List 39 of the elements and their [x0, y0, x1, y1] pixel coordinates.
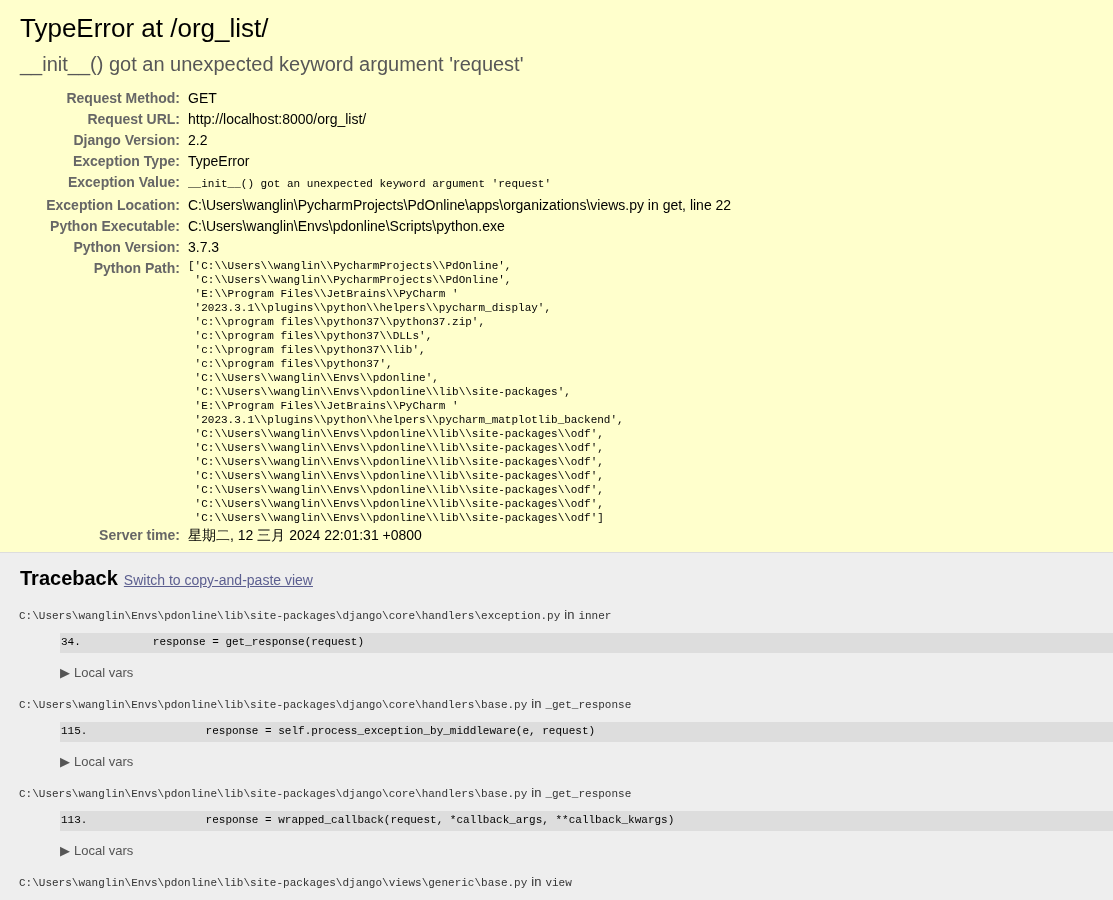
meta-label: Exception Type:: [71, 152, 180, 171]
frame-in-text: in: [531, 695, 542, 713]
meta-label: Server time:: [98, 526, 180, 545]
meta-value: http://localhost:8000/org_list/: [188, 111, 367, 127]
frame-in-text: in: [531, 784, 542, 802]
frame-function-name: _get_response: [545, 787, 632, 802]
meta-label: Request URL:: [86, 110, 180, 129]
meta-value: TypeError: [188, 153, 250, 169]
meta-value: GET: [188, 90, 217, 106]
error-title: TypeError at /org_list/: [20, 12, 270, 45]
meta-value: C:\Users\wanglin\PycharmProjects\PdOnline\apps\organizations\views.py in get, line 22: [188, 197, 732, 213]
meta-value: 3.7.3: [188, 239, 220, 255]
meta-label: Python Executable:: [49, 217, 180, 236]
meta-value: 2.2: [188, 132, 208, 148]
traceback-heading: Traceback: [20, 566, 118, 591]
local-vars-toggle[interactable]: ▶ Local vars: [60, 751, 134, 771]
frame-function-name: view: [545, 876, 572, 891]
frame-in-text: in: [564, 606, 575, 624]
error-message: __init__() got an unexpected keyword argument 'request': [20, 52, 525, 78]
meta-label: Exception Value:: [66, 173, 180, 192]
copy-paste-view-link[interactable]: Switch to copy-and-paste view: [123, 570, 313, 591]
meta-value: C:\Users\wanglin\Envs\pdonline\Scripts\python.exe: [188, 218, 505, 234]
meta-value: 星期二, 12 三月 2024 22:01:31 +0800: [188, 527, 422, 543]
meta-label: Python Path:: [92, 259, 180, 278]
meta-label: Python Version:: [72, 238, 180, 257]
meta-label: Exception Location:: [45, 196, 180, 215]
frame-function-name: inner: [578, 609, 612, 624]
frame-in-text: in: [531, 873, 542, 891]
frame-file-path: C:\Users\wanglin\Envs\pdonline\lib\site-packages\django\core\handlers\base.py: [19, 698, 528, 713]
meta-label: Request Method:: [65, 89, 180, 108]
meta-label: Django Version:: [72, 131, 180, 150]
frame-file-path: C:\Users\wanglin\Envs\pdonline\lib\site-packages\django\core\handlers\base.py: [19, 787, 528, 802]
frame-file-path: C:\Users\wanglin\Envs\pdonline\lib\site-packages\django\core\handlers\exception.py: [19, 609, 561, 624]
python-path-listing: ['C:\\Users\\wanglin\\PycharmProjects\\PdOnline', 'C:\\Users\\wanglin\\PycharmProjects\\PdOnline', 'E:\\Program Files\\JetBrains\\PyCharm ' '2023.3.1\\plugins\\python\\helpers\\pycharm_display', 'c:\\program files\\python37\\python37.zip', 'c:\\program files\\python37\\DLLs', 'c:\\program files\\python37\\lib', 'c:\\program files\\python37', 'C:\\Users\\wanglin\\Envs\\pdonline', 'C:\\Users\\wanglin\\Envs\\pdonline\\lib\\site-packages', 'E:\\Program Files\\JetBrains\\PyCharm ' '2023.3.1\\plugins\\python\\helpers\\pycharm_matplotlib_backend', 'C:\\Users\\wanglin\\Envs\\pdonline\\lib\\site-packages\\odf', 'C:\\Users\\wanglin\\Envs\\pdonline\\lib\\site-packages\\odf', 'C:\\Users\\wanglin\\Envs\\pdonline\\lib\\site-packages\\odf', 'C:\\Users\\wanglin\\Envs\\pdonline\\lib\\site-packages\\odf', 'C:\\Users\\wanglin\\Envs\\pdonline\\lib\\site-packages\\odf', 'C:\\Users\\wanglin\\Envs\\pdonline\\lib\\site-packages\\odf', 'C:\\Users\\wanglin\\Envs\\pdonline\\lib\\site-packages\\odf']: [188, 259, 624, 525]
local-vars-toggle[interactable]: ▶ Local vars: [60, 840, 134, 860]
frame-file-path: C:\Users\wanglin\Envs\pdonline\lib\site-packages\django\views\generic\base.py: [19, 876, 528, 891]
meta-value: __init__() got an unexpected keyword argument 'request': [188, 178, 552, 190]
frame-function-name: _get_response: [545, 698, 632, 713]
local-vars-toggle[interactable]: ▶ Local vars: [60, 662, 134, 682]
